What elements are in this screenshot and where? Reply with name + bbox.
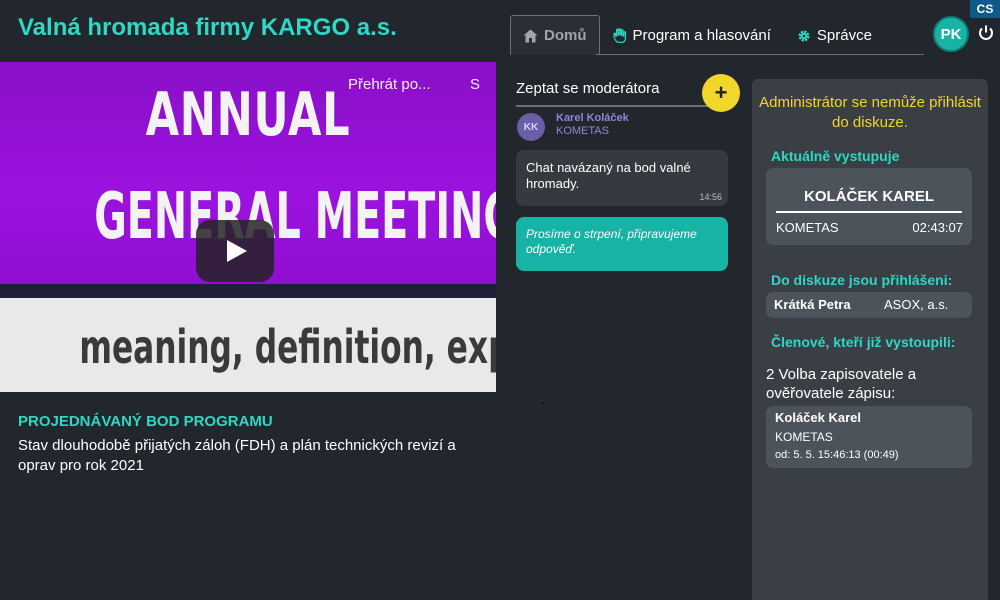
gear-icon bbox=[797, 29, 811, 43]
agenda-heading: PROJEDNÁVANÝ BOD PROGRAMU bbox=[18, 413, 273, 430]
video-player[interactable]: ANNUAL GENERAL MEETING meaning, definiti… bbox=[0, 62, 496, 392]
app-title: Valná hromada firmy KARGO a.s. bbox=[18, 14, 397, 41]
home-icon bbox=[523, 29, 538, 43]
tab-program-voting[interactable]: Program a hlasování bbox=[600, 15, 784, 55]
add-question-button[interactable]: + bbox=[702, 74, 740, 112]
thumbnail-text-subtitle: meaning, definition, explanation... bbox=[79, 320, 496, 374]
moderator-reply-text: Prosíme o strpení, připravujeme odpověď. bbox=[526, 227, 697, 256]
tab-admin[interactable]: Správce bbox=[784, 15, 885, 55]
message-author-avatar: KK bbox=[517, 113, 545, 141]
tab-home-label: Domů bbox=[544, 27, 587, 44]
registered-speaker-org: ASOX, a.s. bbox=[884, 297, 949, 312]
moderator-reply: Prosíme o strpení, připravujeme odpověď. bbox=[516, 217, 728, 271]
admin-panel: Administrátor se nemůže přihlásit do dis… bbox=[752, 79, 988, 600]
past-speakers-title: Členové, kteří již vystoupili: bbox=[771, 334, 956, 350]
past-agenda-item-label: 2 Volba zapisovatele a ověřovatele zápis… bbox=[766, 366, 917, 402]
play-icon bbox=[227, 240, 247, 262]
message-author-org: KOMETAS bbox=[556, 125, 609, 137]
hand-icon bbox=[612, 27, 627, 44]
language-switch[interactable]: CS bbox=[970, 0, 1000, 18]
main-tabs: Domů Program a hlasování Správce bbox=[510, 15, 885, 55]
current-speaker-card: KOLÁČEK KAREL KOMETAS 02:43:07 bbox=[766, 168, 972, 245]
power-icon[interactable] bbox=[977, 24, 995, 42]
current-speaker-timer: 02:43:07 bbox=[912, 220, 963, 235]
tabs-divider bbox=[596, 54, 924, 55]
past-speaker-card: Koláček Karel KOMETAS od: 5. 5. 15:46:13… bbox=[766, 406, 972, 468]
chat-message-text: Chat navázaný na bod valné hromady. bbox=[526, 160, 691, 191]
admin-warning: Administrátor se nemůže přihlásit do dis… bbox=[759, 94, 981, 131]
current-speaker-divider bbox=[776, 211, 962, 213]
past-speaker-org: KOMETAS bbox=[775, 430, 833, 444]
message-author-name: Karel Koláček bbox=[556, 112, 629, 124]
current-speaker-org: KOMETAS bbox=[776, 220, 839, 235]
chat-message-time: 14:56 bbox=[699, 192, 722, 202]
agenda-text: Stav dlouhodobě přijatých záloh (FDH) a … bbox=[18, 437, 456, 474]
stray-dot bbox=[542, 402, 544, 404]
ask-moderator-divider bbox=[516, 105, 728, 107]
registered-title: Do diskuze jsou přihlášeni: bbox=[771, 272, 953, 288]
play-button[interactable] bbox=[196, 220, 274, 282]
registered-speaker-name: Krátká Petra bbox=[774, 297, 851, 312]
past-speaker-name: Koláček Karel bbox=[775, 410, 861, 425]
current-speaker-name: KOLÁČEK KAREL bbox=[804, 188, 934, 205]
watch-later-label[interactable]: Přehrát po... bbox=[348, 76, 431, 93]
video-thumbnail-strip bbox=[0, 284, 496, 298]
tab-program-voting-label: Program a hlasování bbox=[632, 27, 771, 44]
past-speaker-time: od: 5. 5. 15:46:13 (00:49) bbox=[775, 449, 899, 461]
registered-speaker-card: Krátká Petra ASOX, a.s. bbox=[766, 292, 972, 318]
current-speaker-title: Aktuálně vystupuje bbox=[771, 148, 900, 164]
tab-admin-label: Správce bbox=[816, 27, 872, 44]
chat-message: Chat navázaný na bod valné hromady. 14:5… bbox=[516, 150, 728, 206]
ask-moderator-title: Zeptat se moderátora bbox=[516, 80, 660, 97]
tab-home[interactable]: Domů bbox=[510, 15, 600, 55]
user-avatar[interactable]: PK bbox=[933, 16, 969, 52]
share-label[interactable]: S bbox=[470, 76, 480, 93]
